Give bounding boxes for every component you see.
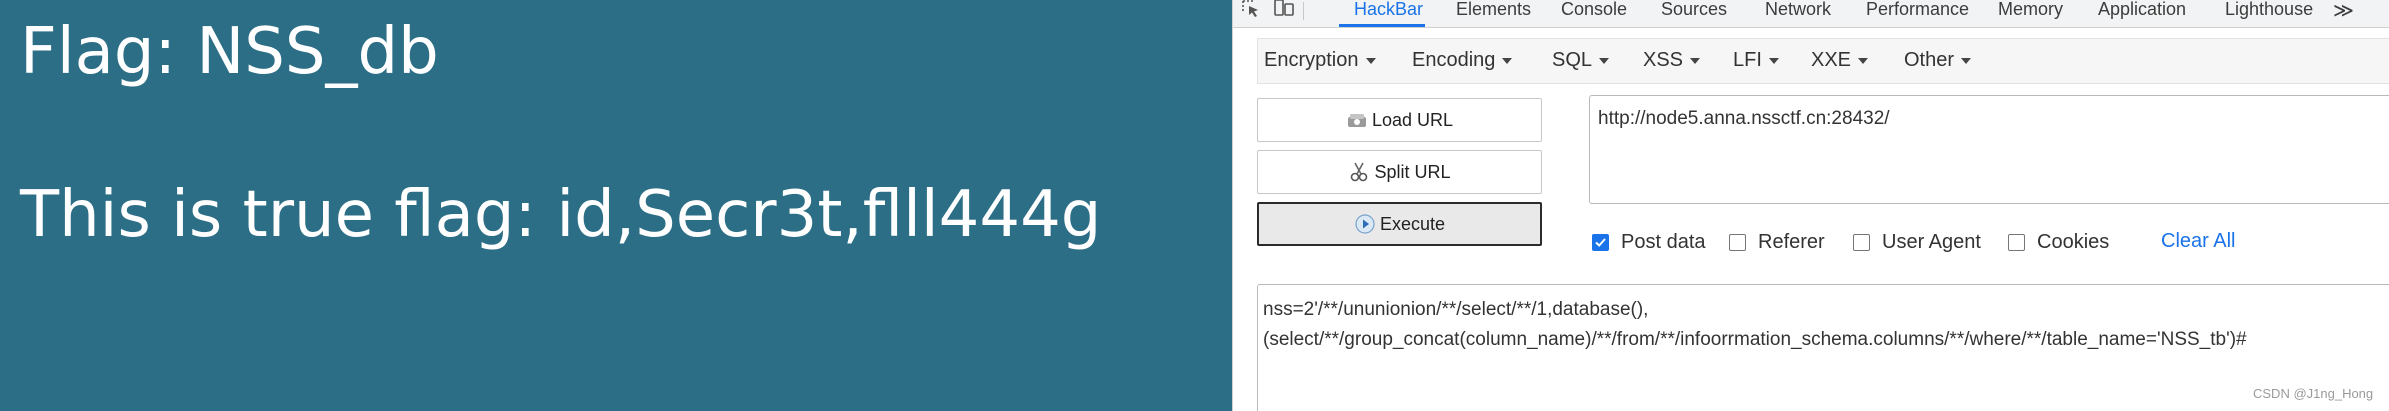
menu-xxe-label: XXE xyxy=(1811,49,1852,71)
toolbar-divider xyxy=(1303,2,1304,20)
post-data-checkbox[interactable]: Post data xyxy=(1592,230,1706,254)
tab-console[interactable]: Console xyxy=(1561,0,1627,28)
caret-down-icon xyxy=(1502,57,1513,64)
split-url-label: Split URL xyxy=(1374,161,1451,182)
cookies-checkbox[interactable]: Cookies xyxy=(2008,230,2109,254)
checkbox-unchecked-icon xyxy=(1853,233,1870,251)
tab-memory[interactable]: Memory xyxy=(1998,0,2063,28)
active-tab-indicator xyxy=(1339,24,1425,27)
play-icon xyxy=(1354,213,1376,235)
user-agent-label: User Agent xyxy=(1882,230,1981,253)
menu-sql-label: SQL xyxy=(1552,49,1593,71)
split-url-button[interactable]: Split URL xyxy=(1257,150,1542,194)
post-data-label: Post data xyxy=(1621,230,1706,253)
screenshot-root: Flag: NSS_db This is true flag: id,Secr3… xyxy=(0,0,2389,411)
checkbox-unchecked-icon xyxy=(1729,233,1746,251)
cookies-label: Cookies xyxy=(2037,230,2110,253)
devtools-tabbar: HackBar Elements Console Sources Network… xyxy=(1233,0,2389,28)
execute-button[interactable]: Execute xyxy=(1257,202,1542,246)
checkbox-checked-icon xyxy=(1592,233,1609,251)
menu-encryption-label: Encryption xyxy=(1264,49,1359,71)
menu-encoding-label: Encoding xyxy=(1412,49,1496,71)
tab-application[interactable]: Application xyxy=(2098,0,2186,28)
device-toolbar-icon[interactable] xyxy=(1273,0,1294,18)
inspect-element-icon[interactable] xyxy=(1241,0,1261,18)
tab-sources[interactable]: Sources xyxy=(1661,0,1727,28)
load-url-label: Load URL xyxy=(1371,109,1454,130)
post-data-input[interactable]: nss=2'/**/ununionion/**/select/**/1,data… xyxy=(1257,284,2389,411)
user-agent-checkbox[interactable]: User Agent xyxy=(1853,230,1981,254)
menu-other[interactable]: Other xyxy=(1904,48,1972,72)
menu-sql[interactable]: SQL xyxy=(1552,48,1610,72)
caret-down-icon xyxy=(1768,57,1779,64)
post-data-line: (select/**/group_concat(column_name)/**/… xyxy=(1263,329,2247,350)
menu-lfi[interactable]: LFI xyxy=(1733,48,1779,72)
tab-elements[interactable]: Elements xyxy=(1456,0,1531,28)
url-input[interactable]: http://node5.anna.nssctf.cn:28432/ xyxy=(1589,95,2389,204)
caret-down-icon xyxy=(1365,57,1376,64)
clear-all-link[interactable]: Clear All xyxy=(2161,230,2235,253)
watermark: CSDN @J1ng_Hong xyxy=(2253,386,2374,401)
menu-xxe[interactable]: XXE xyxy=(1811,48,1869,72)
referer-label: Referer xyxy=(1758,230,1825,253)
menu-encryption[interactable]: Encryption xyxy=(1264,48,1376,72)
menu-xss-label: XSS xyxy=(1643,49,1684,71)
caret-down-icon xyxy=(1961,57,1972,64)
execute-label: Execute xyxy=(1379,213,1446,234)
checkbox-unchecked-icon xyxy=(2008,233,2025,251)
post-data-line: nss=2'/**/ununionion/**/select/**/1,data… xyxy=(1263,299,1649,320)
true-flag-text: This is true flag: id,Secr3t,flll444g xyxy=(20,178,1102,252)
caret-down-icon xyxy=(1858,57,1869,64)
scissors-icon xyxy=(1348,161,1370,183)
webpage-viewport: Flag: NSS_db This is true flag: id,Secr3… xyxy=(0,0,1232,411)
menu-lfi-label: LFI xyxy=(1733,49,1762,71)
caret-down-icon xyxy=(1690,57,1701,64)
hackbar-menubar: Encryption Encoding SQL XSS LFI XXE Othe… xyxy=(1257,38,2389,84)
devtools-panel: HackBar Elements Console Sources Network… xyxy=(1232,0,2389,411)
menu-other-label: Other xyxy=(1904,49,1955,71)
menu-encoding[interactable]: Encoding xyxy=(1412,48,1513,72)
load-url-icon xyxy=(1346,109,1368,131)
tab-performance[interactable]: Performance xyxy=(1866,0,1969,28)
caret-down-icon xyxy=(1599,57,1610,64)
tab-network[interactable]: Network xyxy=(1765,0,1831,28)
more-tabs-icon[interactable]: ≫ xyxy=(2333,0,2354,23)
load-url-button[interactable]: Load URL xyxy=(1257,98,1542,142)
tab-lighthouse[interactable]: Lighthouse xyxy=(2225,0,2313,28)
menu-xss[interactable]: XSS xyxy=(1643,48,1701,72)
flag-text: Flag: NSS_db xyxy=(20,15,439,89)
referer-checkbox[interactable]: Referer xyxy=(1729,230,1825,254)
